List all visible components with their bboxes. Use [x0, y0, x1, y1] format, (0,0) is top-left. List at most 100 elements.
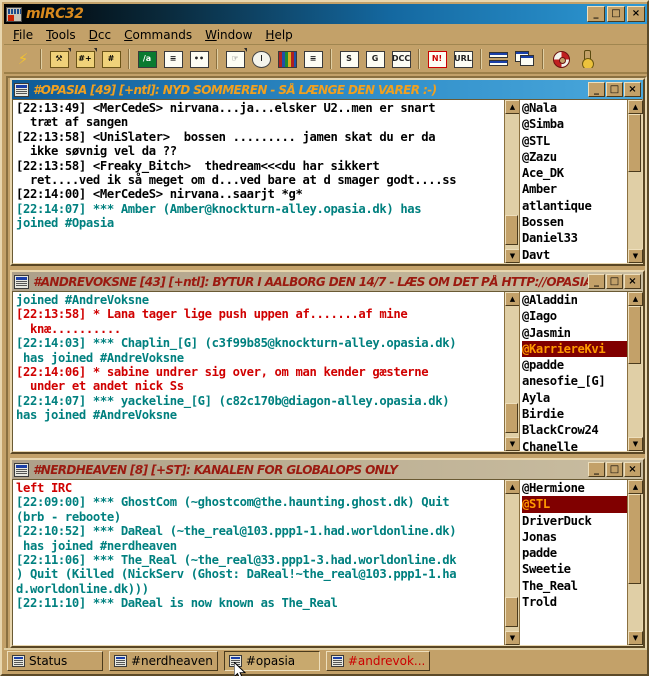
nick-list-item[interactable]: padde: [522, 545, 627, 561]
nick-list-item[interactable]: Sweetie: [522, 561, 627, 577]
close-button[interactable]: ×: [624, 82, 641, 97]
dcc-get-icon[interactable]: G: [364, 49, 386, 70]
chevron-down-icon[interactable]: [68, 47, 71, 52]
chat-scrollbar-andrevoksne[interactable]: ▲ ▼: [504, 292, 520, 451]
remote-icon[interactable]: ••: [188, 49, 210, 70]
minimize-button[interactable]: _: [587, 6, 605, 22]
options-hammer-icon[interactable]: ⚒: [48, 47, 71, 70]
connect-lightning-icon[interactable]: ⚡: [12, 49, 34, 70]
chat-messages-nerdheaven[interactable]: left IRC [22:09:00] *** GhostCom (~ghostc…: [13, 480, 504, 645]
cascade-icon[interactable]: [514, 49, 536, 70]
maximize-button[interactable]: □: [606, 82, 623, 97]
scroll-up-icon[interactable]: ▲: [505, 292, 520, 306]
chat-scrollbar-opasia[interactable]: ▲ ▼: [504, 100, 520, 263]
clock-icon[interactable]: [250, 49, 272, 70]
nick-list-item[interactable]: @KarriereKvi: [522, 340, 627, 358]
nick-list-item[interactable]: @Jasmin: [522, 325, 627, 341]
nick-list-nerdheaven[interactable]: @Hermione @STL DriverDuck Jonas padde Sweetie…: [519, 480, 627, 645]
scrollbar-track[interactable]: [628, 494, 642, 631]
channel-window-icon[interactable]: [14, 274, 29, 289]
channel-window-icon[interactable]: [14, 462, 29, 477]
nick-list-item[interactable]: @STL: [522, 496, 627, 513]
menu-file[interactable]: File: [9, 27, 42, 43]
nick-list-item[interactable]: Trold: [522, 594, 627, 610]
tile-horizontal-icon[interactable]: [488, 49, 510, 70]
maximize-button[interactable]: □: [606, 274, 623, 289]
menu-window[interactable]: Window: [201, 27, 261, 43]
channel-window-opasia[interactable]: #OPASIA [49] [+ntl]: NYD SOMMEREN - SÅ L…: [10, 78, 645, 266]
scrollbar-track[interactable]: [628, 114, 642, 249]
switchbar-button-opasia[interactable]: #opasia: [223, 651, 320, 671]
scroll-up-icon[interactable]: ▲: [505, 480, 520, 494]
nick-list-item[interactable]: @Aladdin: [522, 292, 627, 308]
nick-list-item[interactable]: Amber: [522, 181, 627, 197]
scroll-down-icon[interactable]: ▼: [628, 437, 643, 451]
scroll-down-icon[interactable]: ▼: [628, 631, 643, 645]
nick-list-item[interactable]: @STL: [522, 133, 627, 149]
switchbar-button-status[interactable]: Status: [7, 651, 103, 671]
dcc-send-icon[interactable]: S: [338, 49, 360, 70]
chat-messages-opasia[interactable]: [22:13:49] <MerCedeS> nirvana...ja...els…: [13, 100, 504, 263]
nick-list-item[interactable]: @padde: [522, 357, 627, 373]
scroll-up-icon[interactable]: ▲: [628, 292, 643, 306]
nick-list-item[interactable]: Birdie: [522, 406, 627, 422]
scrollbar-thumb[interactable]: [505, 403, 518, 433]
scrollbar-track[interactable]: [628, 306, 642, 437]
channel-titlebar-nerdheaven[interactable]: #NERDHEAVEN [8] [+ST]: KANALEN FOR GLOBA…: [12, 460, 643, 479]
channel-titlebar-andrevoksne[interactable]: #ANDREVOKSNE [43] [+ntl]: BYTUR I AALBOR…: [12, 272, 643, 291]
menu-tools[interactable]: Tools: [42, 27, 85, 43]
nick-list-item[interactable]: Davt: [522, 247, 627, 263]
scrollbar-track[interactable]: [505, 306, 519, 437]
scrollbar-track[interactable]: [505, 114, 519, 249]
switchbar-button-nerdheaven[interactable]: #nerdheaven: [109, 651, 218, 671]
chat-scrollbar-nerdheaven[interactable]: ▲ ▼: [504, 480, 520, 645]
scrollbar-thumb[interactable]: [505, 597, 518, 627]
scrollbar-track[interactable]: [505, 494, 519, 631]
nick-list-item[interactable]: @Hermione: [522, 480, 627, 496]
nicklist-scrollbar-nerdheaven[interactable]: ▲ ▼: [627, 480, 643, 645]
nick-list-item[interactable]: Ace_DK: [522, 165, 627, 181]
lifebuoy-help-icon[interactable]: [550, 49, 572, 70]
nick-list-item[interactable]: @Zazu: [522, 149, 627, 165]
nick-list-item[interactable]: DriverDuck: [522, 513, 627, 529]
switchbar-button-andrevok[interactable]: #andrevok...: [325, 651, 431, 671]
key-icon[interactable]: [576, 49, 598, 70]
mirc-icon[interactable]: [6, 6, 22, 22]
notes-icon[interactable]: ≡: [302, 49, 324, 70]
scroll-up-icon[interactable]: ▲: [628, 100, 643, 114]
nick-list-andrevoksne[interactable]: @Aladdin @Iago @Jasmin @KarriereKvi @padde an…: [519, 292, 627, 451]
file-server-icon[interactable]: #+: [74, 47, 97, 70]
scroll-down-icon[interactable]: ▼: [505, 631, 520, 645]
scroll-down-icon[interactable]: ▼: [628, 249, 643, 263]
chevron-down-icon[interactable]: [94, 47, 97, 52]
chat-messages-andrevoksne[interactable]: joined #AndreVoksne [22:13:58] * Lana tag…: [13, 292, 504, 451]
scrollbar-thumb[interactable]: [628, 306, 641, 364]
nick-list-item[interactable]: @Simba: [522, 116, 627, 132]
scrollbar-thumb[interactable]: [628, 114, 641, 172]
nick-list-item[interactable]: Jonas: [522, 529, 627, 545]
scrollbar-thumb[interactable]: [505, 215, 518, 245]
scroll-down-icon[interactable]: ▼: [505, 437, 520, 451]
minimize-button[interactable]: _: [588, 462, 605, 477]
minimize-button[interactable]: _: [588, 82, 605, 97]
main-titlebar[interactable]: mIRC32 _ □ ×: [4, 4, 647, 24]
scroll-up-icon[interactable]: ▲: [505, 100, 520, 114]
close-button[interactable]: ×: [624, 274, 641, 289]
menu-help[interactable]: Help: [261, 27, 301, 43]
maximize-button[interactable]: □: [607, 6, 625, 22]
channel-window-nerdheaven[interactable]: #NERDHEAVEN [8] [+ST]: KANALEN FOR GLOBA…: [10, 458, 645, 648]
menu-commands[interactable]: Commands: [120, 27, 201, 43]
nick-list-opasia[interactable]: @Nala @Simba @STL @Zazu Ace_DK Amber atlantiqu…: [519, 100, 627, 263]
nick-list-item[interactable]: anesofie_[G]: [522, 373, 627, 389]
close-button[interactable]: ×: [627, 6, 645, 22]
address-book-icon[interactable]: [276, 49, 298, 70]
nick-list-item[interactable]: BlackCrow24: [522, 422, 627, 438]
alias-icon[interactable]: /a: [136, 49, 158, 70]
nick-list-item[interactable]: Ayla: [522, 390, 627, 406]
channel-window-icon[interactable]: [14, 82, 29, 97]
channel-window-andrevoksne[interactable]: #ANDREVOKSNE [43] [+ntl]: BYTUR I AALBOR…: [10, 270, 645, 454]
nick-list-item[interactable]: Chanelle: [522, 439, 627, 451]
nicklist-scrollbar-opasia[interactable]: ▲ ▼: [627, 100, 643, 263]
dcc-chat-icon[interactable]: DCC: [390, 49, 412, 70]
notify-alert-icon[interactable]: N!: [426, 49, 448, 70]
